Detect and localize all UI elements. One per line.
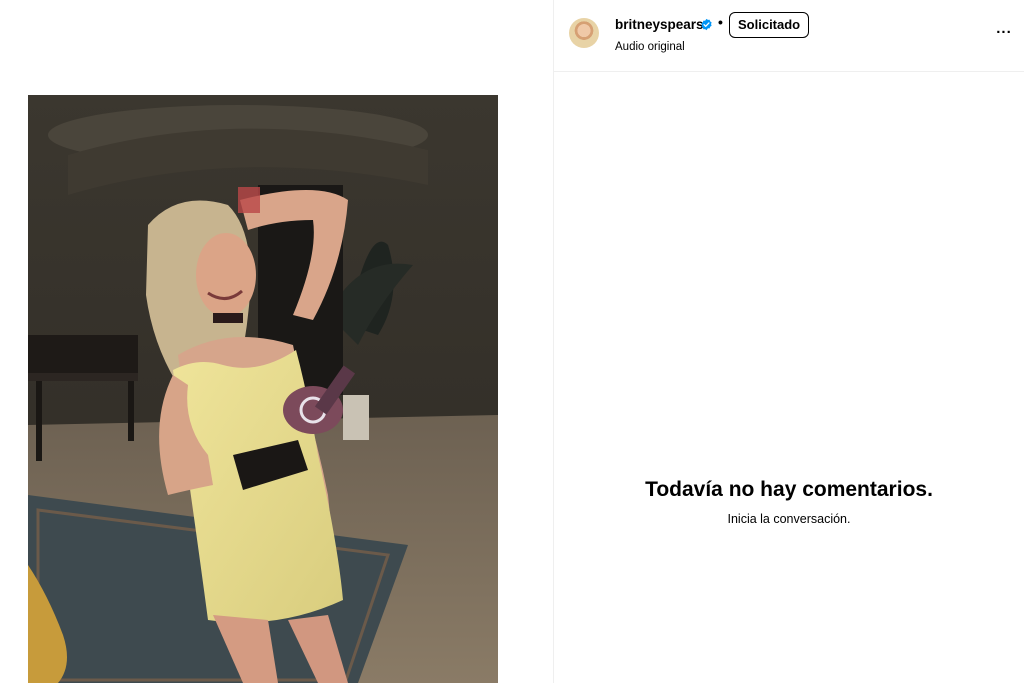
media-area xyxy=(0,0,553,683)
comments-panel: britneyspears • Solicitado Audio origina… xyxy=(554,0,1024,683)
header-separator: • xyxy=(718,14,723,30)
author-avatar[interactable] xyxy=(569,18,599,48)
follow-requested-button[interactable]: Solicitado xyxy=(729,12,810,38)
no-comments-title: Todavía no hay comentarios. xyxy=(645,478,933,501)
post-header: britneyspears • Solicitado Audio origina… xyxy=(554,0,1024,72)
author-username[interactable]: britneyspears xyxy=(615,17,704,32)
instagram-post-page: britneyspears • Solicitado Audio origina… xyxy=(0,0,1024,683)
video-frame xyxy=(28,95,498,683)
post-video[interactable] xyxy=(28,95,498,683)
no-comments-subtitle: Inicia la conversación. xyxy=(727,512,851,526)
audio-link[interactable]: Audio original xyxy=(615,41,685,53)
more-options-icon[interactable]: ... xyxy=(992,21,1016,42)
verified-badge-icon xyxy=(701,18,712,31)
